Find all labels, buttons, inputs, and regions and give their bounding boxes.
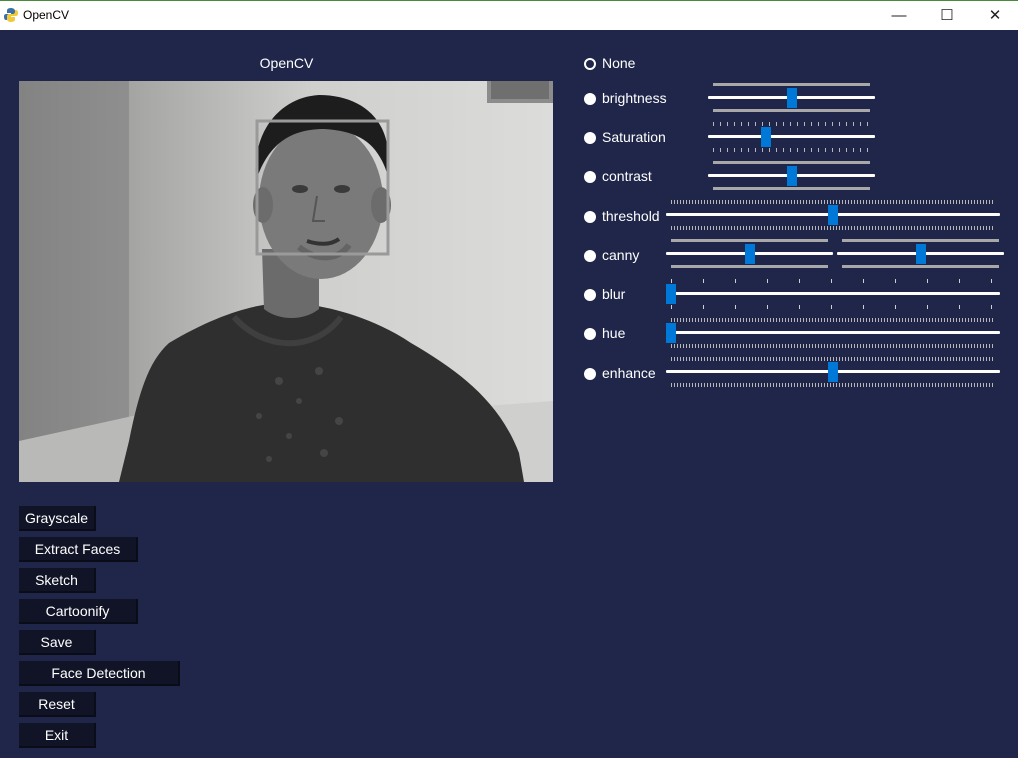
radio-label: enhance (602, 365, 656, 381)
grayscale-button[interactable]: Grayscale (19, 506, 96, 531)
enhance-slider[interactable] (666, 357, 1000, 387)
tick-marks (671, 265, 828, 268)
exit-button[interactable]: Exit (19, 723, 96, 748)
radio-label: contrast (602, 168, 652, 184)
close-button[interactable]: ✕ (972, 1, 1018, 30)
brightness-slider[interactable] (708, 83, 875, 113)
webcam-image (19, 81, 553, 482)
title-bar: OpenCV — ☐ ✕ (0, 0, 1018, 30)
save-button[interactable]: Save (19, 630, 96, 655)
canny-high-slider[interactable] (837, 239, 1004, 269)
contrast-slider[interactable] (708, 161, 875, 191)
cartoonify-button[interactable]: Cartoonify (19, 599, 138, 624)
radio-label: threshold (602, 208, 660, 224)
extract-faces-button[interactable]: Extract Faces (19, 537, 138, 562)
blur-slider[interactable] (666, 279, 1000, 309)
radio-label: canny (602, 247, 640, 263)
radio-label: Saturation (602, 129, 666, 145)
slider-thumb[interactable] (744, 244, 755, 264)
slider-track[interactable] (708, 135, 875, 138)
tick-marks (671, 383, 995, 387)
maximize-button[interactable]: ☐ (924, 1, 970, 30)
slider-thumb[interactable] (761, 127, 772, 147)
radio-indicator[interactable] (584, 289, 596, 301)
radio-label: blur (602, 286, 626, 302)
window-title: OpenCV (23, 8, 70, 22)
radio-label: None (602, 55, 636, 71)
slider-thumb[interactable] (828, 362, 838, 382)
tick-marks (671, 226, 995, 230)
slider-track[interactable] (666, 292, 1000, 295)
slider-thumb[interactable] (786, 166, 797, 186)
slider-thumb[interactable] (828, 205, 838, 225)
slider-thumb[interactable] (666, 323, 676, 343)
tick-marks (842, 239, 999, 242)
tick-marks (671, 239, 828, 242)
video-feed (19, 81, 553, 482)
tick-marks (671, 344, 995, 348)
sketch-button[interactable]: Sketch (19, 568, 96, 593)
hue-slider[interactable] (666, 318, 1000, 348)
threshold-slider[interactable] (666, 200, 1000, 230)
slider-thumb[interactable] (915, 244, 926, 264)
radio-indicator[interactable] (584, 93, 596, 105)
tick-marks (713, 109, 870, 112)
radio-indicator[interactable] (584, 211, 596, 223)
radio-indicator[interactable] (584, 250, 596, 262)
tick-marks (713, 148, 870, 152)
tick-marks (671, 279, 995, 283)
tick-marks (713, 187, 870, 190)
tick-marks (713, 161, 870, 164)
tick-marks (842, 265, 999, 268)
radio-label: hue (602, 325, 626, 341)
video-caption: OpenCV (259, 55, 314, 71)
radio-indicator[interactable] (584, 368, 596, 380)
tick-marks (671, 305, 995, 309)
slider-track[interactable] (666, 331, 1000, 334)
reset-button[interactable]: Reset (19, 692, 96, 717)
tick-marks (671, 200, 995, 204)
tick-marks (713, 83, 870, 86)
minimize-button[interactable]: — (876, 1, 922, 30)
tick-marks (713, 122, 870, 126)
face-detection-button[interactable]: Face Detection (19, 661, 180, 686)
radio-indicator[interactable] (584, 58, 596, 70)
radio-indicator[interactable] (584, 171, 596, 183)
slider-thumb[interactable] (786, 88, 797, 108)
radio-indicator[interactable] (584, 132, 596, 144)
slider-thumb[interactable] (666, 284, 676, 304)
tick-marks (671, 357, 995, 361)
canny-low-slider[interactable] (666, 239, 833, 269)
radio-label: brightness (602, 90, 667, 106)
python-logo-icon (4, 8, 18, 22)
radio-indicator[interactable] (584, 328, 596, 340)
saturation-slider[interactable] (708, 122, 875, 152)
tick-marks (671, 318, 995, 322)
